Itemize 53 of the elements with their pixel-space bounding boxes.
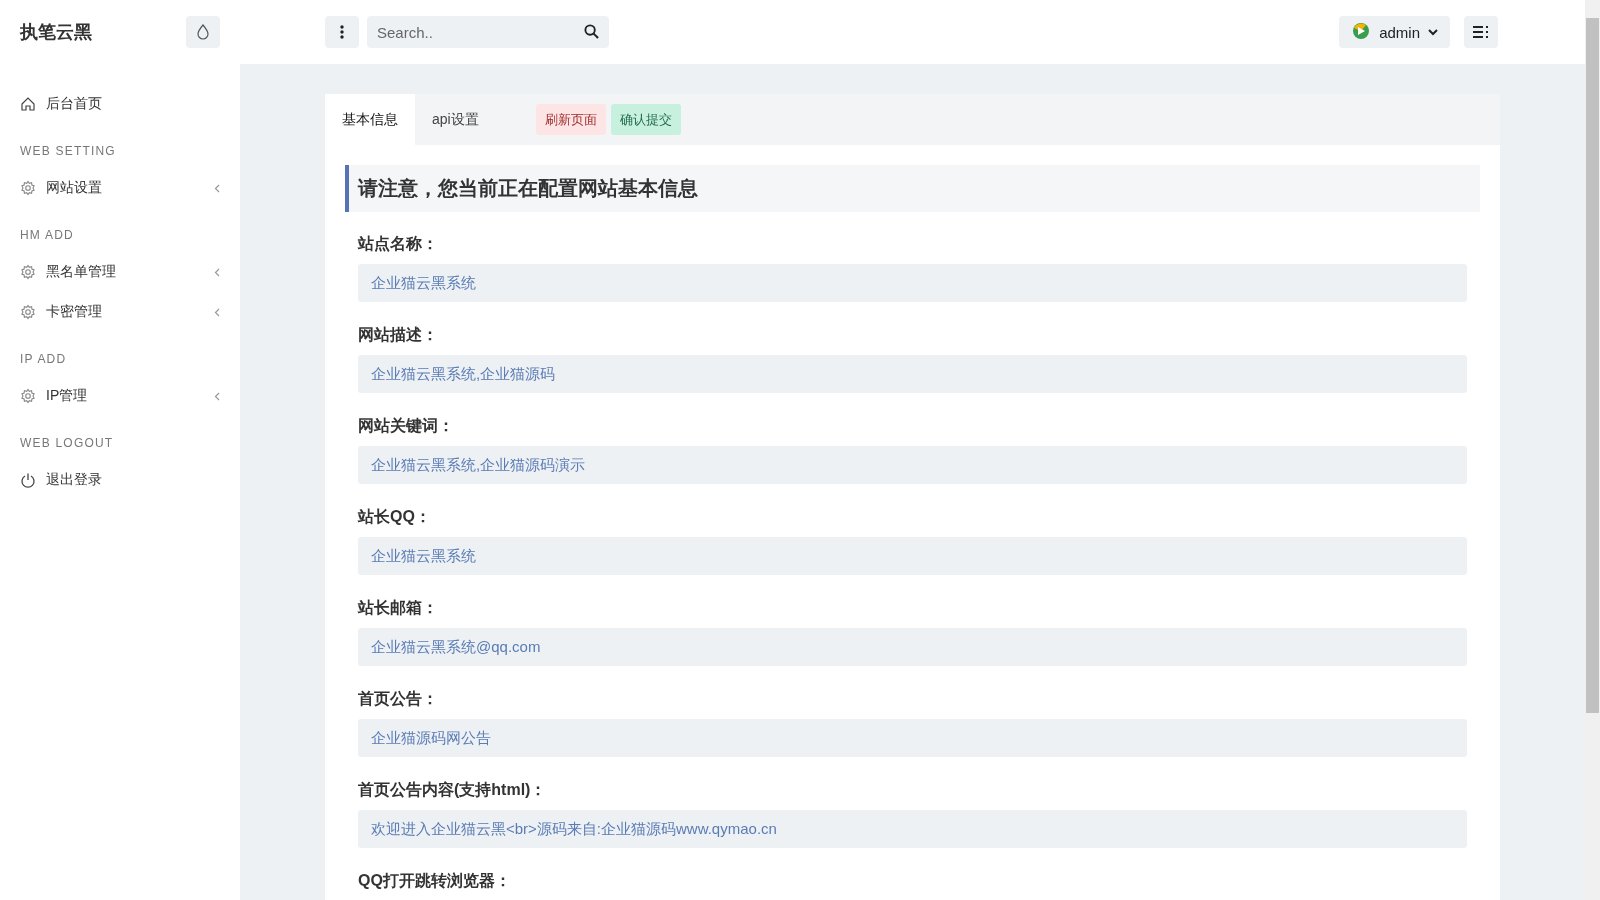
search-icon [584, 24, 599, 39]
chevron-icon [214, 391, 220, 401]
field-label: 网站关键词： [358, 416, 455, 436]
field-label: 站长邮箱： [358, 598, 439, 618]
drop-icon [196, 24, 210, 40]
menu-button[interactable] [1464, 16, 1498, 48]
sidebar-item[interactable]: 卡密管理 [20, 292, 220, 332]
user-menu-button[interactable]: admin [1339, 16, 1450, 48]
input-field[interactable]: 企业猫云黑系统,企业猫源码 [358, 355, 1467, 393]
avatar-icon [1351, 22, 1372, 42]
sidebar-item[interactable]: 后台首页 [20, 84, 220, 124]
sidebar-item[interactable]: 退出登录 [20, 460, 220, 500]
scrollbar-thumb[interactable] [1586, 18, 1599, 713]
gear-icon [20, 264, 36, 280]
gear-icon [20, 388, 36, 404]
scrollbar[interactable] [1585, 0, 1600, 900]
chevron-icon [214, 183, 220, 193]
field-label: 站点名称： [358, 234, 439, 254]
section-heading: HM ADD [20, 228, 75, 242]
input-field[interactable]: 企业猫云黑系统@qq.com [358, 628, 1467, 666]
chevron-icon [214, 267, 220, 277]
input-field[interactable]: 企业猫源码网公告 [358, 719, 1467, 757]
field-label: 网站描述： [358, 325, 439, 345]
menu-icon [1473, 26, 1489, 38]
theme-button[interactable] [186, 16, 220, 48]
chevron-icon [214, 307, 220, 317]
caret-icon [1428, 28, 1438, 36]
power-icon [20, 472, 36, 488]
input-field[interactable]: 企业猫云黑系统 [358, 264, 1467, 302]
sidebar-item[interactable]: 网站设置 [20, 168, 220, 208]
field-label: 站长QQ： [358, 507, 432, 527]
section-heading: WEB SETTING [20, 144, 117, 158]
notice-banner: 请注意，您当前正在配置网站基本信息 [345, 165, 1480, 212]
more-button[interactable] [325, 16, 359, 48]
brand-title: 执笔云黑 [20, 21, 92, 44]
field-label: QQ打开跳转浏览器： [358, 871, 512, 891]
tab[interactable]: 基本信息 [325, 94, 415, 145]
field-label: 首页公告： [358, 689, 439, 709]
input-field[interactable]: 企业猫云黑系统,企业猫源码演示 [358, 446, 1467, 484]
submit-button[interactable]: 确认提交 [610, 104, 681, 135]
dots-icon [340, 25, 344, 39]
field-label: 首页公告内容(支持html)： [358, 780, 548, 800]
gear-icon [20, 304, 36, 320]
input-field[interactable]: 企业猫云黑系统 [358, 537, 1467, 575]
section-heading: IP ADD [20, 352, 68, 366]
input-field[interactable]: 欢迎进入企业猫云黑<br>源码来自:企业猫源码www.qymao.cn [358, 810, 1467, 848]
home-icon [20, 96, 36, 112]
search-field[interactable]: Search.. [367, 16, 609, 48]
gear-icon [20, 180, 36, 196]
sidebar-item[interactable]: IP管理 [20, 376, 220, 416]
refresh-button[interactable]: 刷新页面 [535, 104, 606, 135]
section-heading: WEB LOGOUT [20, 436, 115, 450]
sidebar-item[interactable]: 黑名单管理 [20, 252, 220, 292]
